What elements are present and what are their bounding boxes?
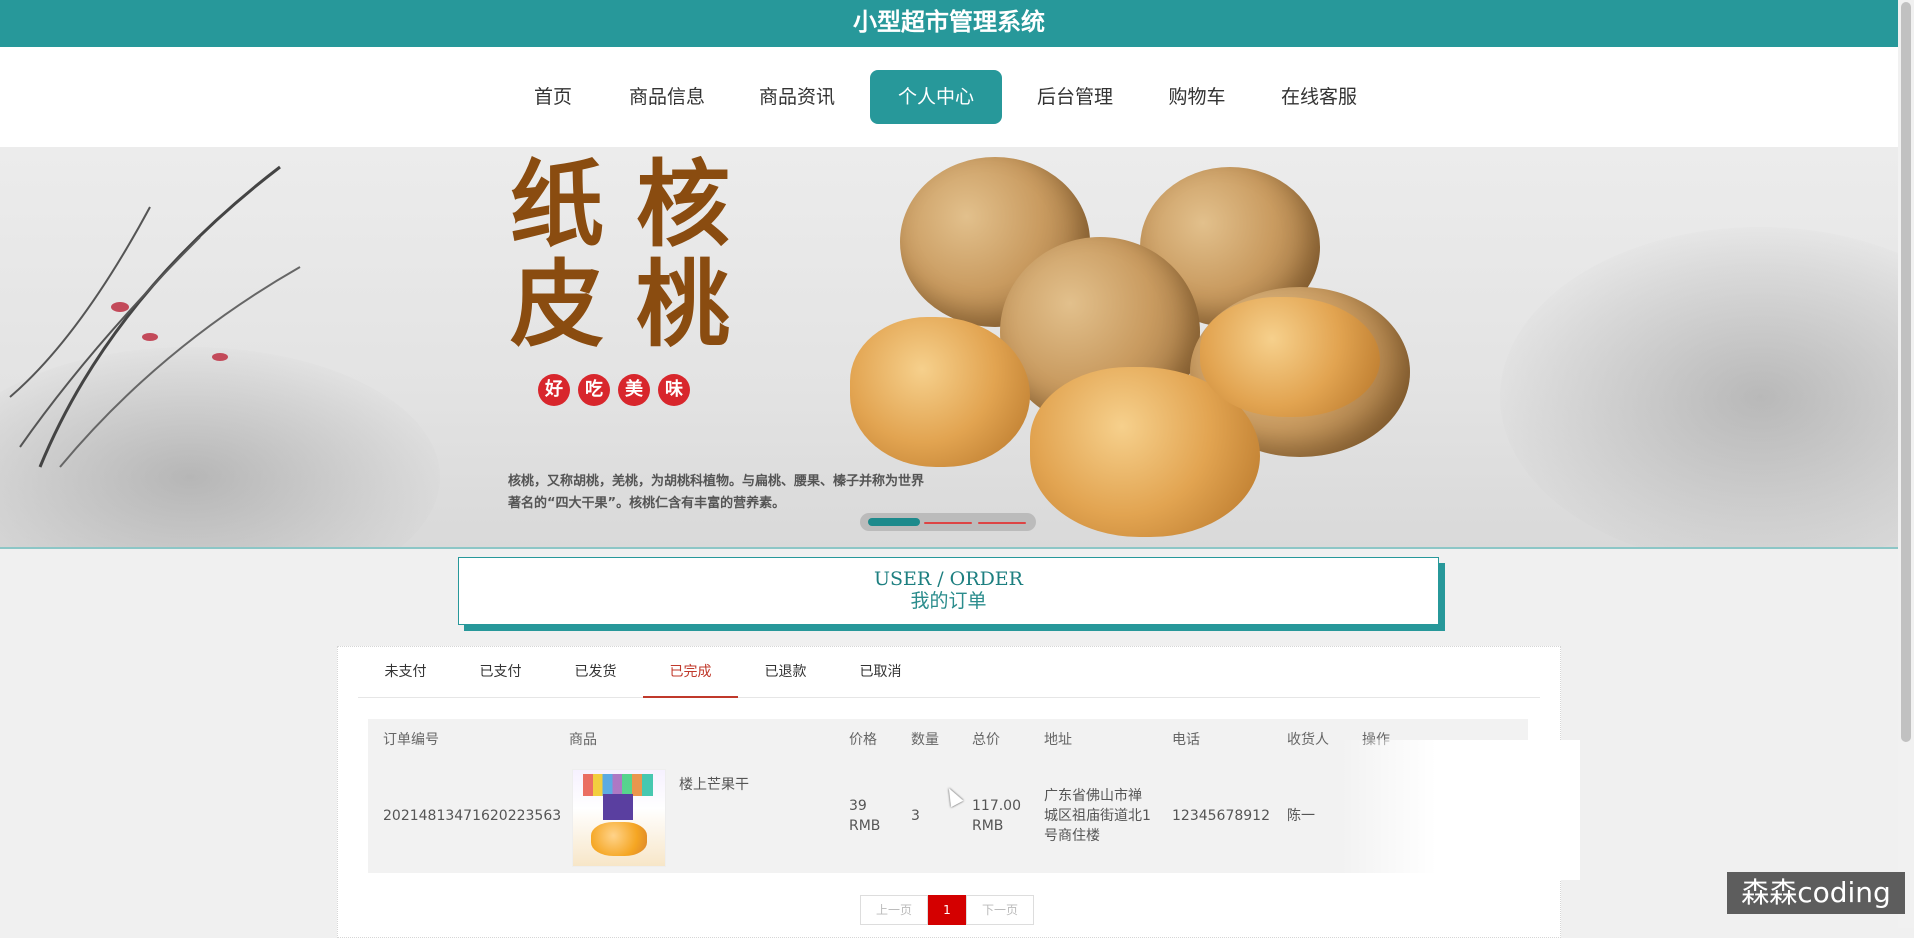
site-title: 小型超市管理系统 — [853, 8, 1045, 36]
tab-shipped[interactable]: 已发货 — [548, 661, 643, 696]
carousel-dot-3[interactable] — [978, 522, 1026, 524]
order-address: 广东省佛山市禅城区祖庙街道北1号商住楼 — [1044, 788, 1151, 844]
column-header-product: 商品 — [569, 732, 597, 748]
tab-unpaid[interactable]: 未支付 — [358, 661, 453, 696]
column-header-price: 价格 — [849, 732, 877, 748]
overlay-fade — [1340, 740, 1580, 880]
tab-refunded[interactable]: 已退款 — [738, 661, 833, 696]
product-name[interactable]: 楼上芒果干 — [679, 775, 749, 795]
carousel-dot-1[interactable] — [868, 518, 920, 526]
tab-paid[interactable]: 已支付 — [453, 661, 548, 696]
nav-products[interactable]: 商品信息 — [620, 70, 714, 124]
next-page-button[interactable]: 下一页 — [966, 895, 1034, 925]
prev-page-button[interactable]: 上一页 — [860, 895, 928, 925]
tab-cancelled[interactable]: 已取消 — [833, 661, 928, 696]
order-status-tabs: 未支付 已支付 已发货 已完成 已退款 已取消 — [358, 647, 1540, 698]
nav-news[interactable]: 商品资讯 — [750, 70, 844, 124]
scrollbar-thumb[interactable] — [1901, 2, 1911, 742]
page-number-current[interactable]: 1 — [928, 895, 966, 925]
order-phone: 12345678912 — [1172, 808, 1270, 824]
banner-badge: 美 — [618, 374, 650, 406]
order-receiver: 陈一 — [1287, 808, 1315, 824]
section-title-cn: 我的订单 — [910, 590, 987, 612]
banner-title-char: 桃 — [636, 250, 731, 360]
banner-title-char: 核 — [636, 150, 731, 260]
carousel-indicators — [860, 513, 1036, 531]
product-thumbnail[interactable] — [572, 769, 666, 867]
mango-icon — [591, 822, 647, 856]
main-nav: 首页 商品信息 商品资讯 个人中心 后台管理 购物车 在线客服 — [0, 47, 1898, 147]
banner-badge: 好 — [538, 374, 570, 406]
nav-customer-service[interactable]: 在线客服 — [1272, 70, 1366, 124]
banner-badge: 吃 — [578, 374, 610, 406]
banner-badge: 味 — [658, 374, 690, 406]
order-total: 117.00 RMB — [972, 798, 1021, 834]
column-header-address: 地址 — [1044, 732, 1072, 748]
site-header: 小型超市管理系统 — [0, 0, 1898, 47]
order-quantity: 3 — [911, 808, 920, 824]
nav-admin[interactable]: 后台管理 — [1028, 70, 1122, 124]
column-header-quantity: 数量 — [911, 732, 939, 748]
column-header-total: 总价 — [972, 732, 1000, 748]
order-number: 20214813471620223563 — [383, 808, 562, 824]
column-header-order-no: 订单编号 — [383, 732, 439, 748]
section-title-box: USER / ORDER 我的订单 — [458, 557, 1439, 625]
order-price: 39 RMB — [849, 798, 881, 834]
scrollbar[interactable] — [1898, 0, 1914, 928]
watermark: 森森coding — [1727, 872, 1905, 914]
banner-ink-mountain-right — [1500, 227, 1898, 547]
nav-cart[interactable]: 购物车 — [1160, 70, 1234, 124]
nav-personal-center[interactable]: 个人中心 — [870, 70, 1002, 124]
banner-title-char: 皮 — [510, 250, 605, 360]
banner-orchid-illustration — [9, 165, 301, 468]
banner-carousel[interactable]: 纸 核 皮 桃 好 吃 美 味 核桃，又称胡桃，羌桃，为胡桃科植物。与扁桃、腰果… — [0, 147, 1898, 549]
package-pattern-icon — [583, 774, 653, 796]
column-header-receiver: 收货人 — [1287, 732, 1329, 748]
carousel-dot-2[interactable] — [924, 522, 972, 524]
nav-home[interactable]: 首页 — [520, 70, 586, 124]
walnut-kernel-image — [1200, 297, 1380, 417]
section-title-en: USER / ORDER — [874, 568, 1023, 590]
tab-completed[interactable]: 已完成 — [643, 661, 738, 698]
column-header-phone: 电话 — [1172, 732, 1200, 748]
banner-title-char: 纸 — [510, 150, 605, 260]
banner-description: 核桃，又称胡桃，羌桃，为胡桃科植物。与扁桃、腰果、榛子并称为世界著名的“四大干果… — [508, 474, 925, 511]
package-label-icon — [603, 794, 633, 820]
